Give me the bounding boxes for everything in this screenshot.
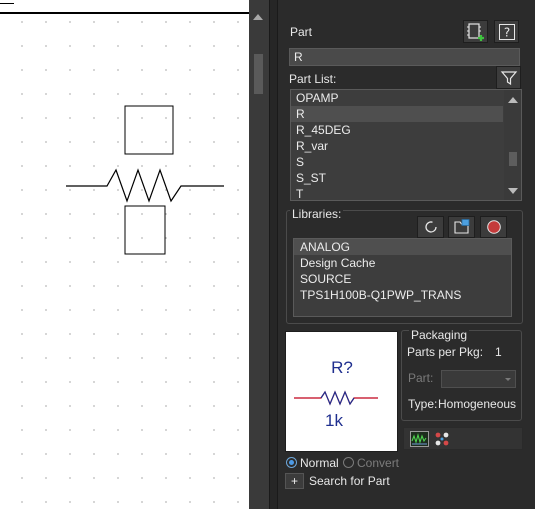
packaging-title: Packaging xyxy=(409,328,470,342)
resistor-value-box xyxy=(124,205,166,255)
part-list[interactable]: OPAMP R R_45DEG R_var S S_ST T xyxy=(290,89,522,201)
library-list-item[interactable]: ANALOG xyxy=(294,239,511,255)
schematic-canvas[interactable] xyxy=(0,0,249,509)
parts-per-pkg-value: 1 xyxy=(495,345,502,359)
part-list-scroll-thumb[interactable] xyxy=(509,152,517,166)
part-list-item[interactable]: OPAMP xyxy=(291,90,503,106)
convert-radio[interactable] xyxy=(343,457,354,468)
browse-library-button[interactable] xyxy=(448,216,475,238)
pkg-type-label: Type: xyxy=(408,397,438,411)
part-label: Part xyxy=(290,25,313,39)
pkg-part-label: Part: xyxy=(408,371,434,385)
normal-radio[interactable] xyxy=(286,457,297,468)
svg-text:?: ? xyxy=(503,25,509,39)
part-list-scrollbar[interactable] xyxy=(504,90,521,200)
help-icon: ? xyxy=(498,23,515,40)
part-list-item[interactable]: S_ST xyxy=(291,170,503,186)
place-part-panel: Part ? Part List: OPAMPRR_45DEGR_varSS_S… xyxy=(278,0,535,509)
libraries-label: Libraries: xyxy=(290,207,344,221)
parts-per-pkg-label: Parts per Pkg: xyxy=(407,345,484,359)
part-list-items: OPAMP R R_45DEG R_var S S_ST T xyxy=(291,90,521,200)
remove-library-button[interactable] xyxy=(480,216,507,238)
chevron-down-icon xyxy=(505,378,511,381)
convert-radio-label[interactable]: Convert xyxy=(357,456,399,470)
refresh-library-button[interactable] xyxy=(417,216,444,238)
add-part-icon xyxy=(466,22,484,41)
part-search-input[interactable] xyxy=(289,48,520,66)
library-list-item[interactable]: SOURCE xyxy=(294,271,511,287)
preview-ref-designator: R? xyxy=(331,358,353,377)
help-button[interactable]: ? xyxy=(494,20,519,43)
library-list[interactable]: ANALOG Design Cache SOURCE TPS1H100B-Q1PWP_… xyxy=(293,238,512,317)
part-list-item[interactable]: S xyxy=(291,154,503,170)
part-list-label: Part List: xyxy=(289,72,337,86)
part-preview: R? 1k xyxy=(285,331,398,452)
browse-library-icon xyxy=(453,219,469,234)
simulation-model-icon[interactable] xyxy=(410,431,430,447)
library-list-item[interactable]: Design Cache xyxy=(294,255,511,271)
part-list-item[interactable]: R_45DEG xyxy=(291,122,503,138)
pkg-type-value: Homogeneous xyxy=(438,397,517,411)
preview-graphic: R? 1k xyxy=(294,358,378,430)
part-list-item[interactable]: R_var xyxy=(291,138,503,154)
part-list-item[interactable]: R xyxy=(291,106,503,122)
resistor-ref-box xyxy=(124,105,174,155)
scroll-up-arrow-icon[interactable] xyxy=(253,14,263,20)
canvas-vertical-scrollbar[interactable] xyxy=(249,0,269,509)
filter-button[interactable] xyxy=(496,66,521,89)
preview-value: 1k xyxy=(325,411,343,430)
add-part-button[interactable] xyxy=(463,20,488,43)
scroll-thumb[interactable] xyxy=(254,54,263,94)
preview-resistor-icon xyxy=(320,390,355,406)
remove-library-icon xyxy=(486,220,501,234)
part-view-toolbar xyxy=(403,427,523,450)
panel-splitter[interactable] xyxy=(269,0,278,509)
library-list-item[interactable]: TPS1H100B-Q1PWP_TRANS xyxy=(294,287,511,303)
normal-radio-label[interactable]: Normal xyxy=(300,456,339,470)
resistor-symbol[interactable] xyxy=(0,0,249,509)
filter-icon xyxy=(500,70,517,85)
resistor-zigzag xyxy=(66,168,224,203)
part-list-item[interactable]: T xyxy=(291,186,503,200)
part-list-scroll-up-icon[interactable] xyxy=(508,97,518,103)
pkg-part-select[interactable] xyxy=(441,370,516,388)
part-list-scroll-down-icon[interactable] xyxy=(508,188,518,194)
search-for-part-label[interactable]: Search for Part xyxy=(309,474,390,488)
pcb-footprint-icon[interactable] xyxy=(434,431,452,447)
expand-search-button[interactable]: + xyxy=(285,473,304,489)
refresh-icon xyxy=(424,221,437,233)
